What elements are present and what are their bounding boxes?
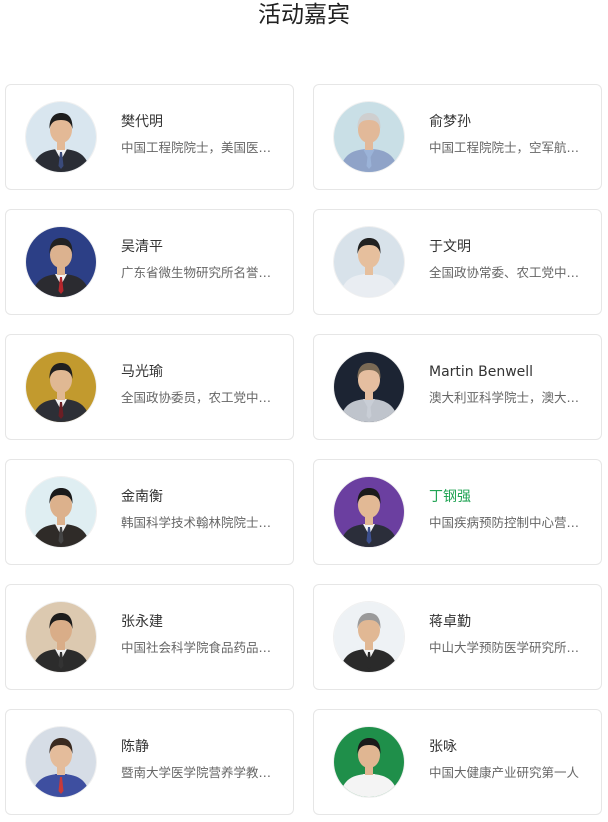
guest-card[interactable]: Martin Benwell 澳大利亚科学院士，澳大利亚营养学会主席 xyxy=(313,334,602,440)
guest-avatar xyxy=(334,227,404,297)
guest-name: 张咏 xyxy=(429,739,457,755)
guest-avatar xyxy=(26,727,96,797)
guest-description: 中山大学预防医学研究所所长 xyxy=(429,640,581,655)
guest-name: 樊代明 xyxy=(121,114,163,130)
guest-name: 吴清平 xyxy=(121,239,163,255)
guest-avatar xyxy=(26,602,96,672)
guest-card[interactable]: 陈静暨南大学医学院营养学教研室主任 xyxy=(5,709,294,815)
guest-card[interactable]: 俞梦孙中国工程院院士，空军航空医学研究所研究员 xyxy=(313,84,602,190)
guest-name: 丁钢强 xyxy=(429,489,471,505)
guest-card[interactable]: 蒋卓勤中山大学预防医学研究所所长 xyxy=(313,584,602,690)
guest-name: 张永建 xyxy=(121,614,163,630)
guest-card[interactable]: 樊代明中国工程院院士，美国医学科学院外籍院士 xyxy=(5,84,294,190)
guest-description: 中国工程院院士，美国医学科学院外籍院士 xyxy=(121,140,273,155)
guest-description: 中国社会科学院食品药品产业发展与监管研究中心主任 xyxy=(121,640,273,655)
guest-card[interactable]: 马光瑜全国政协委员，农工党中央常委 xyxy=(5,334,294,440)
guest-description: 澳大利亚科学院士，澳大利亚营养学会主席 xyxy=(429,390,581,405)
guest-avatar xyxy=(26,352,96,422)
guest-description: 韩国科学技术翰林院院士，韩国营养学会会长 xyxy=(121,515,273,530)
guest-description: 中国工程院院士，空军航空医学研究所研究员 xyxy=(429,140,581,155)
guest-description: 中国疾病预防控制中心营养与健康所所长 xyxy=(429,515,581,530)
guest-name: 蒋卓勤 xyxy=(429,614,471,630)
guest-avatar xyxy=(26,102,96,172)
guest-grid: 樊代明中国工程院院士，美国医学科学院外籍院士俞梦孙中国工程院院士，空军航空医学研… xyxy=(0,0,608,822)
guest-description: 中国大健康产业研究第一人 xyxy=(429,765,580,780)
guest-card[interactable]: 丁钢强中国疾病预防控制中心营养与健康所所长 xyxy=(313,459,602,565)
guest-card[interactable]: 张永建中国社会科学院食品药品产业发展与监管研究中心主任 xyxy=(5,584,294,690)
guest-avatar xyxy=(26,477,96,547)
guest-name: 金南衡 xyxy=(121,489,163,505)
guest-avatar xyxy=(334,602,404,672)
guest-avatar xyxy=(26,227,96,297)
guest-avatar xyxy=(334,727,404,797)
guest-avatar xyxy=(334,477,404,547)
guest-description: 广东省微生物研究所名誉所长，中国工程院院士 xyxy=(121,265,273,280)
guest-name: 于文明 xyxy=(429,239,471,255)
guest-avatar xyxy=(334,102,404,172)
guest-description: 全国政协委员，农工党中央常委 xyxy=(121,390,273,405)
guest-name: 俞梦孙 xyxy=(429,114,471,130)
guest-card[interactable]: 张咏中国大健康产业研究第一人 xyxy=(313,709,602,815)
guest-name: 马光瑜 xyxy=(121,364,163,380)
guest-name: Martin Benwell xyxy=(429,364,534,380)
guest-description: 全国政协常委、农工党中央副主席 xyxy=(429,265,581,280)
guest-card[interactable]: 金南衡韩国科学技术翰林院院士，韩国营养学会会长 xyxy=(5,459,294,565)
guest-description: 暨南大学医学院营养学教研室主任 xyxy=(121,765,273,780)
guest-card[interactable]: 于文明全国政协常委、农工党中央副主席 xyxy=(313,209,602,315)
guest-avatar xyxy=(334,352,404,422)
guest-card[interactable]: 吴清平广东省微生物研究所名誉所长，中国工程院院士 xyxy=(5,209,294,315)
guest-name: 陈静 xyxy=(121,739,149,755)
